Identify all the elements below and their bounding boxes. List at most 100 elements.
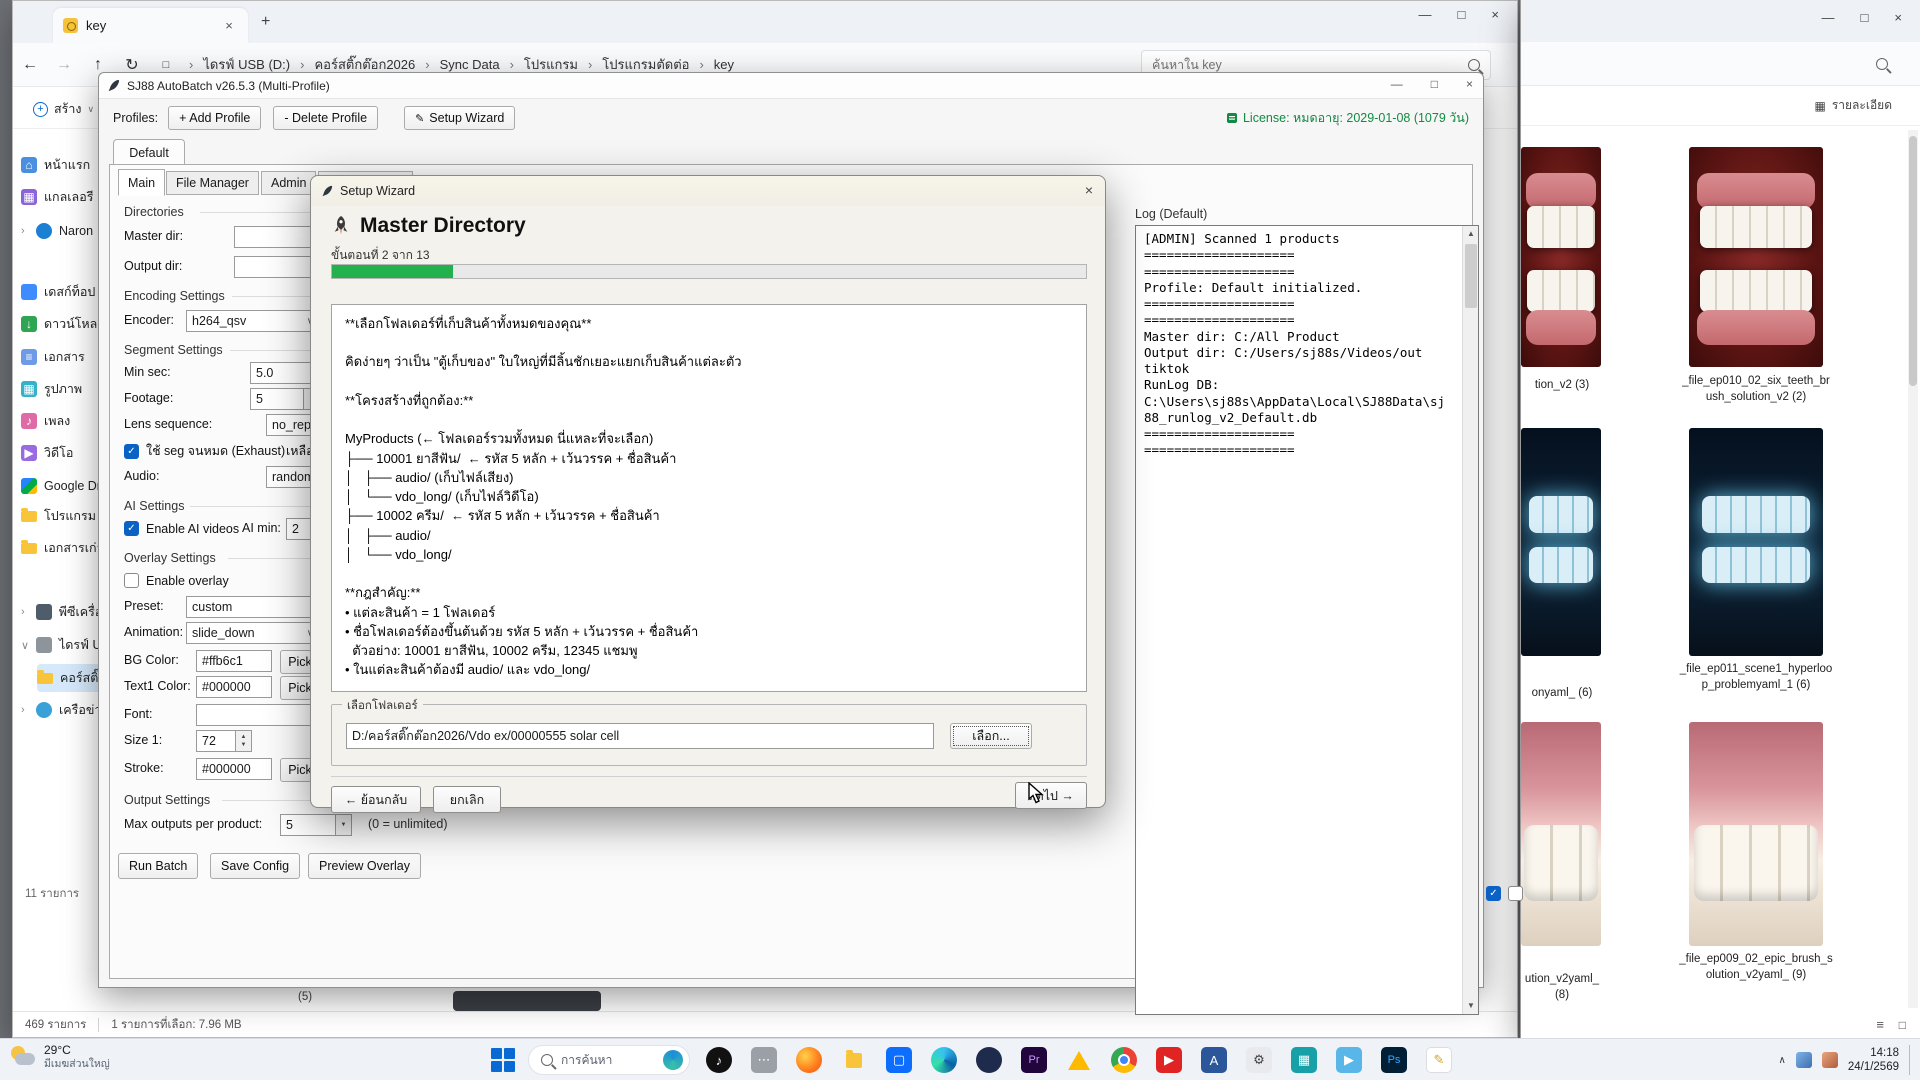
- pen-icon[interactable]: ✎: [1426, 1047, 1452, 1073]
- microsoft-store-icon[interactable]: ▢: [886, 1047, 912, 1073]
- add-profile-button[interactable]: + Add Profile: [168, 106, 261, 130]
- selected-file-pill[interactable]: [453, 991, 601, 1011]
- enable-ai-checkbox[interactable]: ✓: [124, 521, 139, 536]
- max-outputs-dropdown[interactable]: ▼: [336, 814, 352, 836]
- size1-stepper[interactable]: ▲▼: [236, 730, 252, 752]
- item-checkbox-checked-icon[interactable]: ✓: [1486, 886, 1501, 901]
- max-outputs-input[interactable]: 5: [280, 814, 336, 836]
- minimize-icon[interactable]: —: [1822, 10, 1835, 25]
- wizard-next-button[interactable]: ถัดไป →: [1015, 782, 1087, 809]
- settings-icon[interactable]: ⚙: [1246, 1047, 1272, 1073]
- chevron-right-icon[interactable]: ›: [21, 225, 29, 237]
- chrome-icon[interactable]: [1111, 1047, 1137, 1073]
- stroke-input[interactable]: #000000: [196, 758, 272, 780]
- minimize-icon[interactable]: —: [1391, 77, 1403, 91]
- text1-color-input[interactable]: #000000: [196, 676, 272, 698]
- up-icon[interactable]: ↑: [81, 56, 115, 74]
- close-icon[interactable]: ×: [1466, 77, 1473, 91]
- breadcrumb-item[interactable]: Sync Data: [436, 57, 504, 72]
- close-icon[interactable]: ×: [1491, 7, 1499, 22]
- browse-button[interactable]: เลือก...: [950, 723, 1032, 749]
- tiktok-icon[interactable]: ♪: [706, 1047, 732, 1073]
- font-input[interactable]: [196, 704, 320, 726]
- view-thumbnails-icon[interactable]: □: [1899, 1018, 1906, 1032]
- forward-icon[interactable]: →: [47, 56, 81, 74]
- log-scrollbar-thumb[interactable]: [1465, 244, 1477, 308]
- enable-overlay-checkbox[interactable]: [124, 573, 139, 588]
- wizard-cancel-button[interactable]: ยกเลิก: [433, 786, 501, 813]
- thumbnail-label-partial[interactable]: ution_v2yaml_ (8): [1521, 972, 1603, 1003]
- show-desktop-button[interactable]: [1909, 1045, 1912, 1075]
- chevron-down-icon[interactable]: ∨: [21, 639, 29, 652]
- minimize-icon[interactable]: —: [1419, 7, 1432, 22]
- item-checkbox-empty-icon[interactable]: [1508, 886, 1523, 901]
- thumbnail-image-partial[interactable]: [1521, 428, 1601, 656]
- close-icon[interactable]: ×: [1894, 10, 1902, 25]
- log-output[interactable]: [ADMIN] Scanned 1 products =============…: [1135, 225, 1479, 1015]
- preset-input[interactable]: custom: [186, 596, 320, 618]
- close-icon[interactable]: ×: [1085, 182, 1093, 198]
- maximize-icon[interactable]: □: [1458, 7, 1466, 22]
- autobatch-title-bar[interactable]: SJ88 AutoBatch v26.5.3 (Multi-Profile) —…: [99, 73, 1483, 99]
- right-pane-scrollbar[interactable]: [1908, 130, 1918, 1008]
- thumbnail-label-partial[interactable]: tion_v2 (3): [1521, 378, 1603, 394]
- view-list-icon[interactable]: ≡: [1876, 1017, 1884, 1032]
- wizard-title-bar[interactable]: Setup Wizard ×: [311, 176, 1105, 206]
- paint-icon[interactable]: ▦: [1291, 1047, 1317, 1073]
- tray-image-icon-1[interactable]: [1796, 1052, 1812, 1068]
- thumbnail-image-partial[interactable]: [1521, 722, 1601, 946]
- new-button[interactable]: + สร้าง ∨: [23, 95, 104, 123]
- enable-overlay-row[interactable]: Enable overlay: [124, 573, 229, 588]
- tray-image-icon-2[interactable]: [1822, 1052, 1838, 1068]
- taskbar-clock[interactable]: 14:18 24/1/2569: [1848, 1046, 1899, 1075]
- tab-file-manager[interactable]: File Manager: [166, 171, 259, 195]
- weather-widget[interactable]: 29°C มีเมฆส่วนใหญ่: [10, 1043, 110, 1071]
- thumbnail-image[interactable]: [1689, 147, 1823, 367]
- thumbnail-label-partial[interactable]: onyaml_ (6): [1521, 686, 1603, 702]
- maximize-icon[interactable]: □: [1861, 10, 1869, 25]
- thumbnail-image[interactable]: [1689, 722, 1823, 946]
- premiere-pro-icon[interactable]: Pr: [1021, 1047, 1047, 1073]
- breadcrumb-item[interactable]: key: [710, 57, 738, 72]
- chevron-right-icon[interactable]: ›: [21, 606, 29, 618]
- firefox-icon[interactable]: [796, 1047, 822, 1073]
- thumbnail-label[interactable]: _file_ep010_02_six_teeth_brush_solution_…: [1679, 374, 1833, 405]
- office-icon[interactable]: A: [1201, 1047, 1227, 1073]
- photos-icon[interactable]: ▶: [1336, 1047, 1362, 1073]
- thumbnail-image-partial[interactable]: [1521, 147, 1601, 367]
- start-button[interactable]: [490, 1047, 516, 1073]
- back-icon[interactable]: ←: [13, 56, 47, 74]
- new-tab-button[interactable]: +: [261, 13, 270, 31]
- photoshop-icon[interactable]: Ps: [1381, 1047, 1407, 1073]
- folder-path-input[interactable]: D:/คอร์สติ๊กต๊อก2026/Vdo ex/00000555 sol…: [346, 723, 934, 749]
- thumbnail-label[interactable]: _file_ep009_02_epic_brush_solution_v2yam…: [1679, 952, 1833, 983]
- delete-profile-button[interactable]: - Delete Profile: [273, 106, 378, 130]
- google-drive-icon[interactable]: [1066, 1047, 1092, 1073]
- file-explorer-icon[interactable]: [841, 1047, 867, 1073]
- tab-main[interactable]: Main: [118, 169, 165, 196]
- phone-link-icon[interactable]: [976, 1047, 1002, 1073]
- chevron-right-icon[interactable]: ›: [21, 704, 29, 716]
- tab-admin[interactable]: Admin: [261, 171, 316, 195]
- explorer-tab-key[interactable]: key ×: [53, 8, 248, 43]
- profile-tab-default[interactable]: Default: [113, 139, 185, 165]
- preview-overlay-button[interactable]: Preview Overlay: [308, 853, 421, 879]
- youtube-icon[interactable]: ▶: [1156, 1047, 1182, 1073]
- thumbnail-image[interactable]: [1689, 428, 1823, 656]
- exhaust-checkbox[interactable]: ✓: [124, 444, 139, 459]
- thumbnail-label[interactable]: _file_ep011_scene1_hyperloop_problemyaml…: [1679, 662, 1833, 693]
- exhaust-checkbox-row[interactable]: ✓ใช้ seg จนหมด (Exhaust): [124, 441, 285, 461]
- search-icon[interactable]: [1876, 58, 1888, 70]
- output-dir-input[interactable]: [234, 256, 320, 278]
- size1-input[interactable]: 72: [196, 730, 236, 752]
- taskbar-search-input[interactable]: การค้นหา: [528, 1045, 690, 1075]
- save-config-button[interactable]: Save Config: [210, 853, 300, 879]
- wizard-back-button[interactable]: ← ย้อนกลับ: [331, 786, 421, 813]
- edge-icon[interactable]: [931, 1047, 957, 1073]
- more-apps-icon[interactable]: ⋯: [751, 1047, 777, 1073]
- footage-input[interactable]: 5: [250, 388, 304, 410]
- tab-close-icon[interactable]: ×: [220, 18, 238, 33]
- master-dir-input[interactable]: [234, 226, 320, 248]
- run-batch-button[interactable]: Run Batch: [118, 853, 198, 879]
- log-scrollbar[interactable]: ▲ ▼: [1462, 226, 1478, 1014]
